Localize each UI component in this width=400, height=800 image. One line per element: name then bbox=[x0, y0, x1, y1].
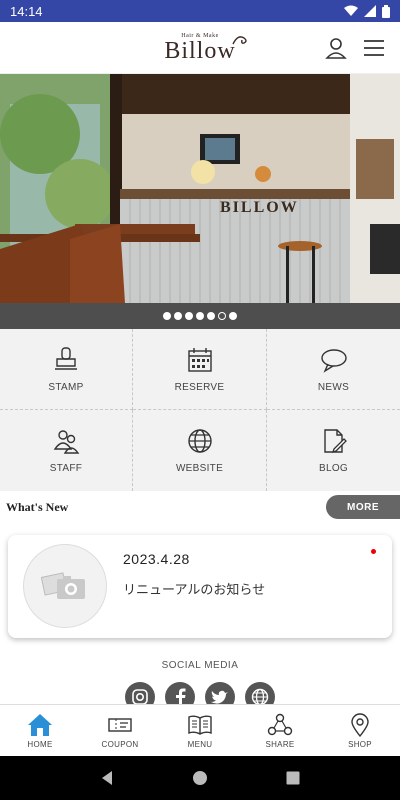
news-date: 2023.4.28 bbox=[123, 551, 190, 567]
user-icon bbox=[325, 38, 347, 59]
salon-interior-image: BILLOW bbox=[0, 74, 400, 303]
logo-title: Billow bbox=[164, 35, 247, 64]
tab-label: COUPON bbox=[101, 739, 139, 749]
home-icon bbox=[28, 713, 52, 736]
menu-news-button[interactable]: NEWS bbox=[267, 329, 400, 410]
brand-logo[interactable]: Hair & Make Billow bbox=[164, 33, 247, 64]
twitter-button[interactable] bbox=[205, 682, 235, 704]
carousel-indicator bbox=[0, 303, 400, 329]
carousel-dot[interactable] bbox=[163, 312, 171, 320]
account-button[interactable] bbox=[324, 36, 348, 60]
menu-label: STAFF bbox=[49, 463, 83, 474]
menu-reserve-button[interactable]: RESERVE bbox=[133, 329, 267, 410]
tab-label: HOME bbox=[27, 739, 53, 749]
news-thumbnail bbox=[23, 544, 107, 628]
photo-placeholder-icon bbox=[41, 572, 85, 599]
home-circle-icon[interactable] bbox=[192, 770, 208, 786]
hero-carousel[interactable]: BILLOW bbox=[0, 74, 400, 303]
tab-shop[interactable]: SHOP bbox=[320, 705, 400, 756]
document-edit-icon bbox=[323, 429, 347, 454]
carousel-dot[interactable] bbox=[207, 312, 215, 320]
hamburger-icon bbox=[364, 40, 384, 56]
social-media-links bbox=[0, 682, 400, 704]
menu-label: NEWS bbox=[317, 381, 350, 393]
tab-coupon[interactable]: COUPON bbox=[80, 705, 160, 756]
carousel-dot-active[interactable] bbox=[218, 312, 226, 320]
book-icon bbox=[188, 715, 212, 735]
status-time: 14:14 bbox=[10, 3, 43, 19]
website-button[interactable] bbox=[245, 682, 275, 704]
menu-label: RESERVE bbox=[174, 381, 225, 393]
carousel-dot[interactable] bbox=[229, 312, 237, 320]
speech-bubble-icon bbox=[320, 348, 347, 373]
facebook-icon bbox=[176, 688, 186, 704]
tab-label: SHOP bbox=[348, 739, 372, 749]
menu-stamp-button[interactable]: STAMP bbox=[0, 329, 133, 410]
more-button[interactable]: MORE bbox=[326, 495, 400, 519]
news-title: リニューアルのお知らせ bbox=[123, 583, 266, 598]
instagram-icon bbox=[132, 689, 148, 704]
wifi-icon bbox=[344, 5, 358, 16]
unread-indicator bbox=[371, 549, 376, 554]
menu-label: STAMP bbox=[48, 381, 84, 393]
battery-icon bbox=[382, 4, 390, 18]
bottom-tab-bar: HOME COUPON MENU SHARE SHOP bbox=[0, 704, 400, 756]
hero-sign-text: BILLOW bbox=[220, 199, 299, 216]
whats-new-header: What's New MORE bbox=[0, 491, 400, 523]
recents-icon[interactable] bbox=[285, 770, 301, 786]
menu-label: WEBSITE bbox=[175, 463, 224, 474]
carousel-dot[interactable] bbox=[174, 312, 182, 320]
menu-staff-button[interactable]: STAFF bbox=[0, 410, 133, 491]
status-bar: 14:14 bbox=[0, 0, 400, 22]
globe-icon bbox=[187, 429, 212, 453]
app-header: Hair & Make Billow bbox=[0, 22, 400, 74]
carousel-dot[interactable] bbox=[196, 312, 204, 320]
tab-label: SHARE bbox=[265, 739, 295, 749]
menu-blog-button[interactable]: BLOG bbox=[267, 410, 400, 491]
signal-icon bbox=[364, 5, 376, 17]
feature-menu-grid: STAMP RESERVE NEWS STAFF WEBSITE BLOG bbox=[0, 329, 400, 491]
stamp-icon bbox=[55, 346, 77, 370]
tab-label: MENU bbox=[187, 739, 213, 749]
globe-icon bbox=[251, 688, 269, 704]
social-media-title: SOCIAL MEDIA bbox=[161, 660, 239, 671]
system-navigation-bar bbox=[0, 756, 400, 800]
map-pin-icon bbox=[351, 712, 369, 737]
logo-swirl-icon bbox=[232, 35, 247, 44]
tab-share[interactable]: SHARE bbox=[240, 705, 320, 756]
menu-website-button[interactable]: WEBSITE bbox=[133, 410, 267, 491]
coupon-icon bbox=[108, 717, 132, 732]
staff-icon bbox=[53, 430, 80, 454]
hamburger-menu-button[interactable] bbox=[362, 36, 386, 60]
instagram-button[interactable] bbox=[125, 682, 155, 704]
share-icon bbox=[267, 713, 293, 735]
menu-label: BLOG bbox=[319, 463, 348, 474]
carousel-dot[interactable] bbox=[185, 312, 193, 320]
section-title: What's New bbox=[6, 499, 69, 514]
facebook-button[interactable] bbox=[165, 682, 195, 704]
tab-menu[interactable]: MENU bbox=[160, 705, 240, 756]
news-card[interactable]: 2023.4.28 リニューアルのお知らせ bbox=[8, 535, 392, 638]
calendar-icon bbox=[187, 347, 212, 372]
back-icon[interactable] bbox=[99, 770, 115, 786]
tab-home[interactable]: HOME bbox=[0, 705, 80, 756]
twitter-icon bbox=[211, 690, 228, 704]
